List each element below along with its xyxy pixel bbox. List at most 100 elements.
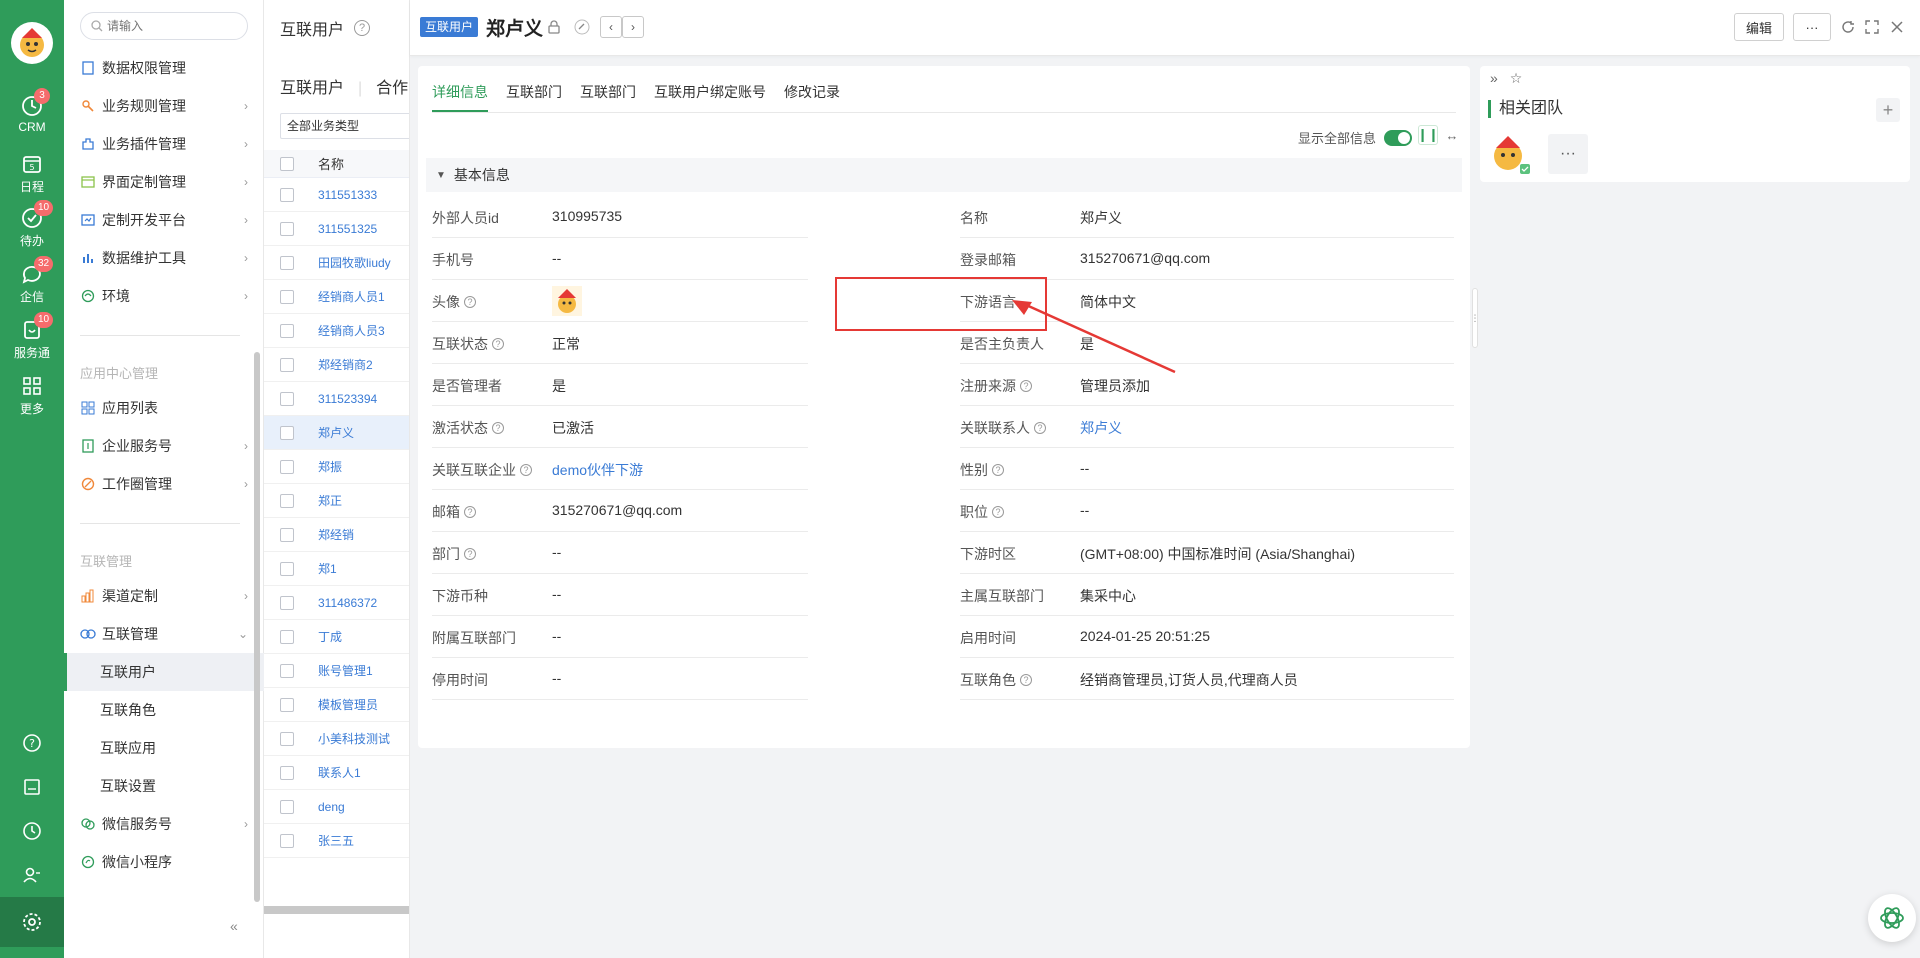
row-checkbox[interactable]	[280, 799, 294, 814]
row-checkbox[interactable]	[280, 595, 294, 610]
row-checkbox[interactable]	[280, 527, 294, 542]
show-all-switch[interactable]	[1384, 129, 1413, 146]
menu-channel-custom[interactable]: 渠道定制 ›	[64, 577, 264, 615]
settings-button[interactable]	[0, 897, 64, 947]
list-horizontal-scrollbar[interactable]	[264, 906, 409, 914]
assistant-button[interactable]	[1868, 894, 1916, 942]
row-checkbox[interactable]	[280, 663, 294, 678]
menu-interconnect-manage[interactable]: 互联管理 ⌄	[64, 615, 264, 653]
sidebar-scrollbar[interactable]	[254, 352, 260, 902]
list-item[interactable]: 丁成	[264, 620, 409, 654]
list-item[interactable]: 联系人1	[264, 756, 409, 790]
field-value-link[interactable]: 郑卢义	[1080, 418, 1122, 438]
history-button[interactable]	[0, 809, 64, 853]
notes-button[interactable]	[0, 765, 64, 809]
menu-ui-custom[interactable]: 界面定制管理 ›	[64, 163, 264, 201]
business-type-filter[interactable]: 全部业务类型	[280, 113, 409, 139]
list-item[interactable]: 311523394	[264, 382, 409, 416]
contacts-button[interactable]	[0, 853, 64, 897]
row-checkbox[interactable]	[280, 493, 294, 508]
menu-environment[interactable]: 环境 ›	[64, 277, 264, 315]
row-name-link[interactable]: 丁成	[318, 628, 342, 645]
list-item[interactable]: 郑正	[264, 484, 409, 518]
row-name-link[interactable]: 311523394	[318, 392, 377, 406]
row-name-link[interactable]: 郑振	[318, 458, 342, 475]
row-checkbox[interactable]	[280, 425, 294, 440]
rail-crm[interactable]: 3 CRM	[0, 88, 64, 134]
list-item[interactable]: 311486372	[264, 586, 409, 620]
close-icon[interactable]	[1888, 18, 1906, 36]
avatar-image[interactable]	[552, 286, 582, 319]
row-name-link[interactable]: 账号管理1	[318, 662, 373, 679]
more-actions-button[interactable]: ···	[1793, 13, 1831, 41]
row-name-link[interactable]: 311551333	[318, 188, 377, 202]
menu-mini-program[interactable]: 微信小程序	[64, 843, 264, 881]
two-column-layout-icon[interactable]: ❙❙	[1417, 125, 1439, 145]
search-input[interactable]	[107, 19, 227, 33]
collapse-sidebar-button[interactable]: «	[230, 918, 238, 934]
row-name-link[interactable]: deng	[318, 800, 345, 814]
menu-app-list[interactable]: 应用列表	[64, 389, 264, 427]
select-all-checkbox[interactable]	[280, 156, 294, 171]
list-item[interactable]: 311551333	[264, 178, 409, 212]
help-icon[interactable]: ?	[1020, 674, 1032, 686]
row-checkbox[interactable]	[280, 255, 294, 270]
row-checkbox[interactable]	[280, 697, 294, 712]
team-member-avatar[interactable]	[1488, 132, 1532, 176]
expand-width-icon[interactable]: ↔	[1442, 125, 1462, 145]
row-name-link[interactable]: 小美科技测试	[318, 730, 390, 747]
help-icon[interactable]: ?	[354, 20, 371, 36]
menu-work-circle[interactable]: 工作圈管理 ›	[64, 465, 264, 503]
tag-icon[interactable]	[573, 18, 591, 36]
prev-record-button[interactable]: ‹	[600, 16, 622, 38]
help-icon[interactable]: ?	[464, 506, 476, 518]
row-name-link[interactable]: 田园牧歌liudy	[318, 254, 391, 271]
list-item[interactable]: 经销商人员1	[264, 280, 409, 314]
help-icon[interactable]: ?	[492, 422, 504, 434]
row-checkbox[interactable]	[280, 765, 294, 780]
list-item[interactable]: 郑振	[264, 450, 409, 484]
rail-service[interactable]: 10 服务通	[0, 312, 64, 361]
help-icon[interactable]: ?	[464, 548, 476, 560]
next-record-button[interactable]: ›	[622, 16, 644, 38]
row-name-link[interactable]: 张三五	[318, 832, 354, 849]
list-tab-partners[interactable]: 合作	[376, 80, 408, 97]
row-name-link[interactable]: 经销商人员3	[318, 322, 385, 339]
menu-dev-platform[interactable]: 定制开发平台 ›	[64, 201, 264, 239]
list-item[interactable]: 田园牧歌liudy	[264, 246, 409, 280]
refresh-icon[interactable]	[1839, 18, 1857, 36]
list-item[interactable]: 郑1	[264, 552, 409, 586]
rail-calendar[interactable]: 5 日程	[0, 152, 64, 195]
section-basic-info[interactable]: ▼ 基本信息	[426, 158, 1462, 192]
help-icon[interactable]: ?	[1020, 380, 1032, 392]
row-checkbox[interactable]	[280, 561, 294, 576]
list-item[interactable]: 311551325	[264, 212, 409, 246]
panel-splitter[interactable]: ⋮	[1471, 288, 1480, 348]
menu-business-rules[interactable]: 业务规则管理 ›	[64, 87, 264, 125]
tab-interconnect-dept-2[interactable]: 互联部门	[580, 82, 636, 112]
row-name-link[interactable]: 311486372	[318, 596, 377, 610]
row-name-link[interactable]: 郑正	[318, 492, 342, 509]
rail-more[interactable]: 更多	[0, 374, 64, 417]
list-item[interactable]: 郑经销商2	[264, 348, 409, 382]
collapse-panel-icon[interactable]: »	[1490, 70, 1498, 87]
field-value-link[interactable]: demo伙伴下游	[552, 460, 643, 480]
tab-bound-accounts[interactable]: 互联用户绑定账号	[654, 82, 766, 112]
list-item[interactable]: 小美科技测试	[264, 722, 409, 756]
column-name-header[interactable]: 名称	[318, 154, 344, 173]
row-checkbox[interactable]	[280, 833, 294, 848]
list-item[interactable]: 张三五	[264, 824, 409, 858]
row-checkbox[interactable]	[280, 629, 294, 644]
row-checkbox[interactable]	[280, 289, 294, 304]
sidebar-search[interactable]	[80, 12, 248, 40]
tab-change-log[interactable]: 修改记录	[784, 82, 840, 112]
help-icon[interactable]: ?	[464, 296, 476, 308]
list-item[interactable]: 账号管理1	[264, 654, 409, 688]
list-item[interactable]: 郑经销	[264, 518, 409, 552]
menu-interconnect-settings[interactable]: 互联设置	[64, 767, 264, 805]
list-item[interactable]: 郑卢义	[264, 416, 409, 450]
row-checkbox[interactable]	[280, 459, 294, 474]
more-members-button[interactable]: ···	[1548, 134, 1588, 174]
row-checkbox[interactable]	[280, 323, 294, 338]
row-name-link[interactable]: 311551325	[318, 222, 377, 236]
